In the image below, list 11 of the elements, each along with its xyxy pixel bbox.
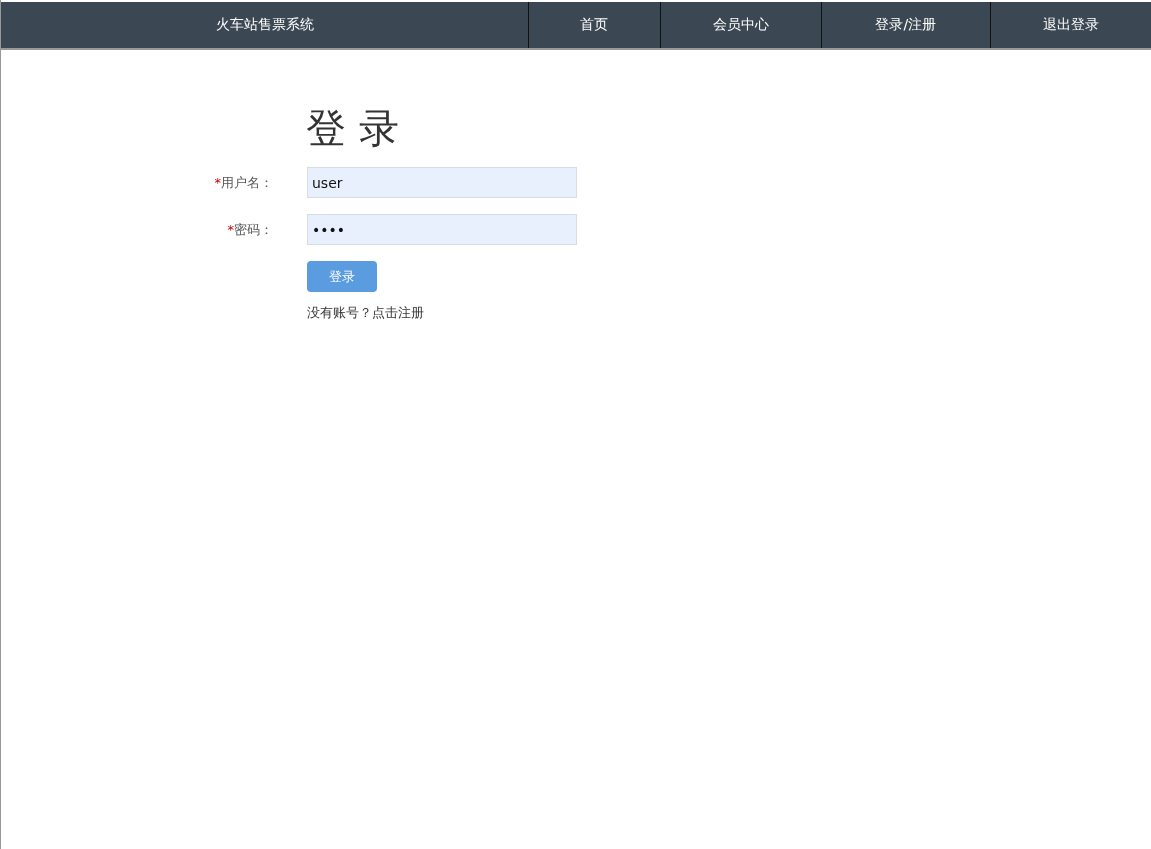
field-label: *密码： <box>227 220 273 239</box>
nav-link[interactable]: 首页 <box>528 2 660 48</box>
input-field[interactable]: user <box>307 167 577 198</box>
nav-link[interactable]: 会员中心 <box>659 2 822 48</box>
nav-link[interactable]: 登录/注册 <box>821 2 990 48</box>
nav-link[interactable]: 退出登录 <box>989 2 1151 48</box>
input-field[interactable]: •••• <box>307 214 577 245</box>
register-prompt[interactable]: 没有账号？点击注册 <box>307 304 577 322</box>
site-title: 火车站售票系统 <box>214 15 315 34</box>
form-title: 登 录 <box>306 105 400 151</box>
field-label: *用户名： <box>214 173 273 192</box>
